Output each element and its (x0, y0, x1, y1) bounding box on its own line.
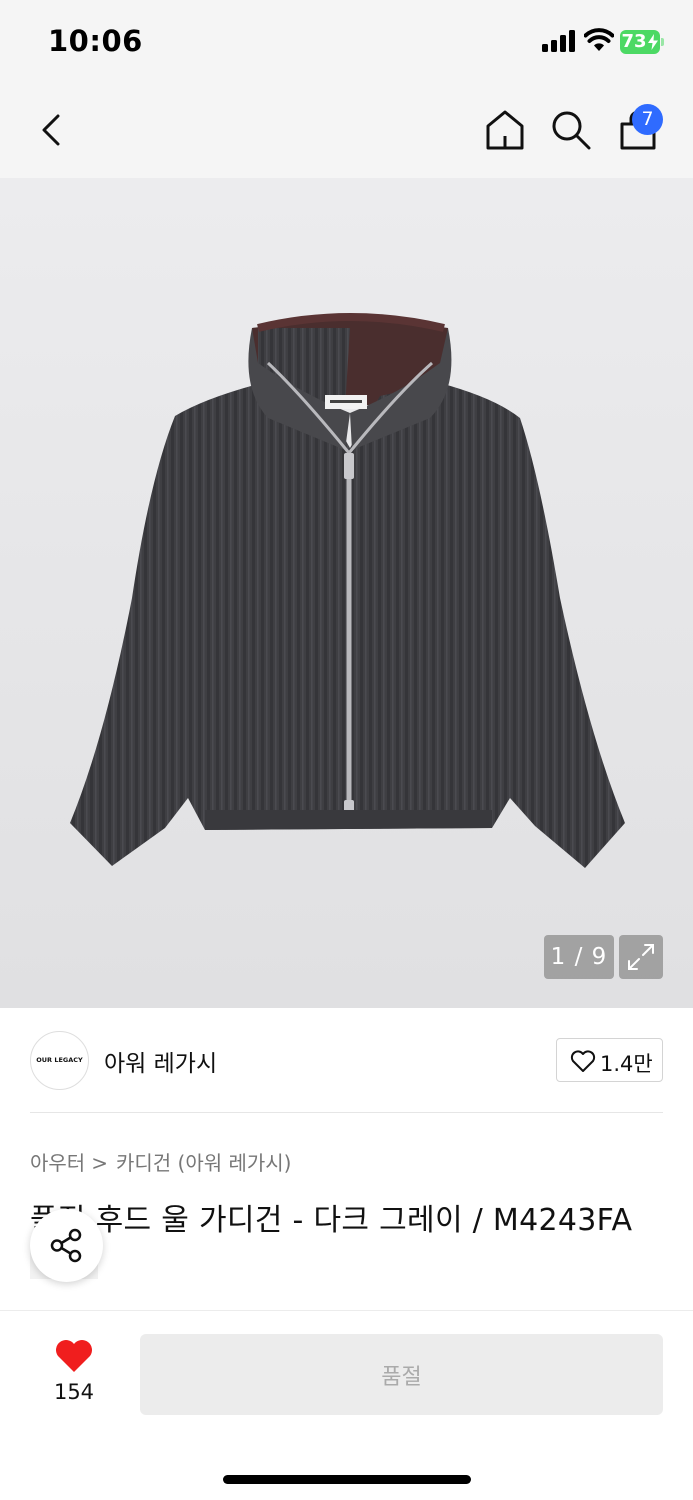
expand-button[interactable] (619, 935, 663, 979)
brand-logo[interactable]: OUR LEGACY (30, 1031, 89, 1090)
nav-bar (0, 82, 693, 178)
charging-bolt-icon (648, 34, 658, 50)
soldout-button[interactable]: 품절 (140, 1334, 663, 1415)
cart-count-badge: 7 (632, 104, 663, 135)
expand-icon (628, 944, 654, 970)
share-icon (50, 1228, 82, 1263)
search-icon[interactable] (550, 109, 592, 151)
signal-icon (542, 30, 578, 52)
battery-level: 73 (621, 31, 647, 52)
breadcrumb-category[interactable]: 아우터 (30, 1151, 85, 1175)
product-title: 풀짚 후드 울 가디건 - 다크 그레이 / M4243FA (30, 1203, 633, 1238)
heart-filled-icon[interactable] (54, 1338, 94, 1374)
status-time: 10:06 (48, 24, 143, 58)
product-image-carousel[interactable] (0, 178, 693, 1008)
brand-like-count: 1.4만 (600, 1052, 653, 1076)
breadcrumb-separator: > (91, 1151, 108, 1175)
share-button[interactable] (30, 1209, 103, 1282)
breadcrumb: 아우터 > 카디건 (아워 레가시) (30, 1147, 292, 1176)
back-arrow-icon[interactable] (34, 110, 68, 150)
battery-icon: 73 (620, 30, 664, 54)
heart-outline-icon (570, 1050, 596, 1072)
breadcrumb-subcategory[interactable]: 카디건 (아워 레가시) (116, 1151, 292, 1175)
bottom-divider (0, 1310, 693, 1311)
brand-name[interactable]: 아워 레가시 (104, 1044, 217, 1078)
wifi-icon (584, 28, 614, 51)
wish-count: 154 (53, 1380, 95, 1404)
home-icon[interactable] (484, 108, 526, 152)
brand-like-button[interactable]: 1.4만 (556, 1038, 663, 1082)
home-indicator (223, 1475, 471, 1484)
product-photo (70, 313, 625, 868)
divider (30, 1112, 663, 1113)
status-bar: 10:06 73 (0, 0, 693, 82)
image-counter: 1 / 9 (544, 935, 614, 979)
